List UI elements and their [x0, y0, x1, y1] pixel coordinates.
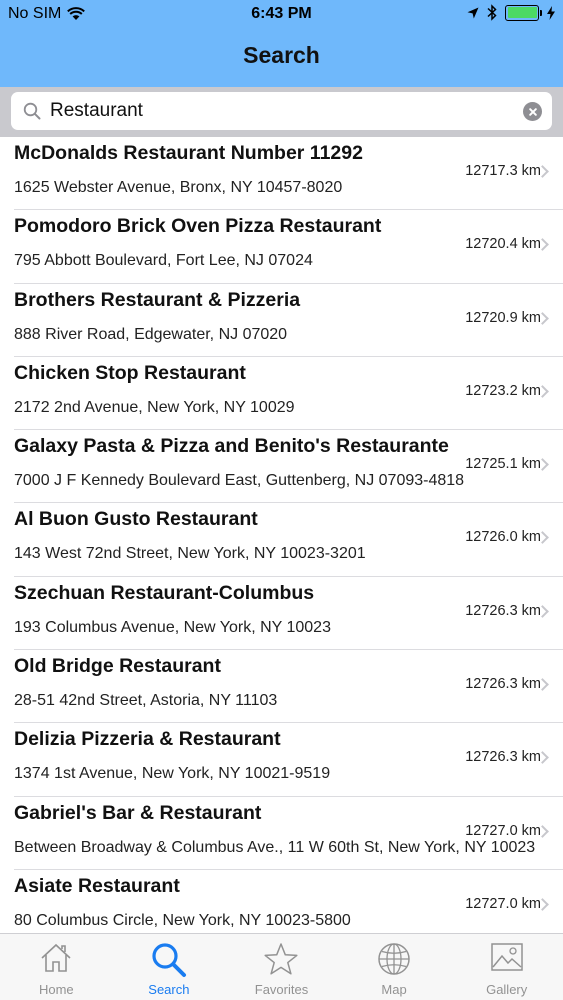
- result-name: Brothers Restaurant & Pizzeria: [14, 288, 301, 311]
- list-item[interactable]: Gabriel's Bar & Restaurant Between Broad…: [14, 797, 563, 870]
- list-item[interactable]: Galaxy Pasta & Pizza and Benito's Restau…: [14, 430, 563, 504]
- result-address: 193 Columbus Avenue, New York, NY 10023: [14, 618, 331, 636]
- tab-gallery[interactable]: Gallery: [450, 934, 563, 1000]
- tab-bar: Home Search Favorites Map Gallery: [0, 933, 563, 1000]
- result-distance: 12726.3 km: [465, 602, 541, 619]
- tab-label: Gallery: [486, 982, 528, 997]
- result-name: Chicken Stop Restaurant: [14, 361, 246, 384]
- result-name: Old Bridge Restaurant: [14, 655, 221, 678]
- list-item[interactable]: Pomodoro Brick Oven Pizza Restaurant 795…: [14, 210, 563, 284]
- results-list: McDonalds Restaurant Number 11292 1625 W…: [0, 137, 563, 933]
- result-address: 888 River Road, Edgewater, NJ 07020: [14, 325, 288, 343]
- result-distance: 12727.0 km: [465, 895, 541, 912]
- battery-icon: [505, 4, 542, 21]
- search-input[interactable]: Restaurant: [11, 92, 552, 130]
- result-address: 28-51 42nd Street, Astoria, NY 11103: [14, 692, 278, 710]
- tab-label: Map: [381, 982, 407, 997]
- result-name: Pomodoro Brick Oven Pizza Restaurant: [14, 215, 382, 238]
- list-item[interactable]: Asiate Restaurant 80 Columbus Circle, Ne…: [14, 870, 563, 933]
- status-right: [467, 4, 555, 21]
- clear-icon[interactable]: [523, 102, 542, 121]
- result-distance: 12723.2 km: [465, 382, 541, 399]
- bluetooth-icon: [487, 4, 497, 21]
- charging-bolt-icon: [547, 5, 555, 20]
- result-distance: 12726.0 km: [465, 529, 541, 546]
- result-address: Between Broadway & Columbus Ave., 11 W 6…: [14, 838, 536, 856]
- result-name: McDonalds Restaurant Number 11292: [14, 142, 363, 164]
- result-address: 1625 Webster Avenue, Bronx, NY 10457-802…: [14, 179, 343, 196]
- result-distance: 12726.3 km: [465, 676, 541, 693]
- list-item[interactable]: Old Bridge Restaurant 28-51 42nd Street,…: [14, 650, 563, 724]
- result-name: Al Buon Gusto Restaurant: [14, 508, 258, 531]
- result-address: 795 Abbott Boulevard, Fort Lee, NJ 07024: [14, 252, 313, 270]
- tab-label: Search: [148, 982, 190, 997]
- result-address: 80 Columbus Circle, New York, NY 10023-5…: [14, 911, 351, 929]
- tab-search[interactable]: Search: [113, 934, 226, 1000]
- image-icon: [490, 943, 523, 971]
- tab-label: Favorites: [254, 982, 309, 997]
- list-item[interactable]: Szechuan Restaurant-Columbus 193 Columbu…: [14, 577, 563, 651]
- page-title: Search: [243, 42, 320, 68]
- result-address: 1374 1st Avenue, New York, NY 10021-9519: [14, 765, 331, 783]
- navigation-header: No SIM 6:43 PM Search: [0, 0, 563, 87]
- search-icon: [152, 943, 186, 977]
- list-item[interactable]: Al Buon Gusto Restaurant 143 West 72nd S…: [14, 503, 563, 577]
- result-name: Szechuan Restaurant-Columbus: [14, 581, 315, 604]
- result-address: 2172 2nd Avenue, New York, NY 10029: [14, 398, 295, 416]
- result-distance: 12725.1 km: [465, 456, 541, 473]
- list-item[interactable]: McDonalds Restaurant Number 11292 1625 W…: [14, 137, 563, 211]
- star-icon: [264, 943, 299, 975]
- globe-icon: [378, 943, 410, 975]
- location-arrow-icon: [467, 7, 479, 18]
- home-icon: [41, 943, 71, 972]
- result-address: 7000 J F Kennedy Boulevard East, Guttenb…: [14, 472, 465, 490]
- result-name: Galaxy Pasta & Pizza and Benito's Restau…: [14, 435, 449, 458]
- result-distance: 12720.9 km: [465, 309, 541, 326]
- status-bar: No SIM 6:43 PM: [0, 0, 563, 30]
- search-query: Restaurant: [50, 100, 143, 121]
- list-item[interactable]: Brothers Restaurant & Pizzeria 888 River…: [14, 284, 563, 357]
- result-name: Delizia Pizzeria & Restaurant: [14, 728, 281, 751]
- list-item[interactable]: Delizia Pizzeria & Restaurant 1374 1st A…: [14, 723, 563, 797]
- result-distance: 12726.3 km: [465, 749, 541, 766]
- result-distance: 12727.0 km: [465, 822, 541, 839]
- result-name: Asiate Restaurant: [14, 874, 180, 897]
- tab-home[interactable]: Home: [0, 934, 113, 1000]
- result-name: Gabriel's Bar & Restaurant: [14, 801, 262, 824]
- list-item[interactable]: Chicken Stop Restaurant 2172 2nd Avenue,…: [14, 357, 563, 431]
- result-distance: 12720.4 km: [465, 236, 541, 253]
- tab-favorites[interactable]: Favorites: [225, 934, 338, 1000]
- search-bar: Restaurant: [0, 87, 563, 137]
- result-distance: 12717.3 km: [465, 163, 541, 179]
- search-icon: [23, 102, 41, 120]
- result-address: 143 West 72nd Street, New York, NY 10023…: [14, 545, 366, 563]
- tab-label: Home: [38, 982, 74, 997]
- tab-map[interactable]: Map: [338, 934, 451, 1000]
